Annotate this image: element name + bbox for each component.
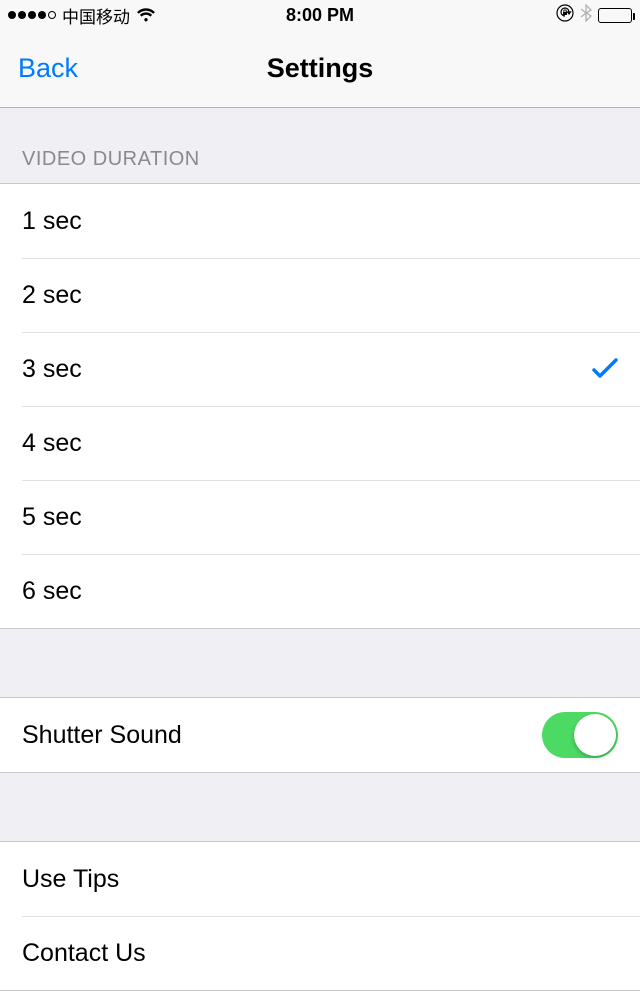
list-item-label: 1 sec [22, 207, 82, 236]
duration-option-3sec[interactable]: 3 sec [0, 332, 640, 406]
list-item-label: Use Tips [22, 865, 119, 894]
section-gap [0, 773, 640, 841]
checkmark-icon [592, 358, 618, 380]
status-bar: 中国移动 8:00 PM [0, 0, 640, 30]
list-item-label: 6 sec [22, 577, 82, 606]
orientation-lock-icon [556, 4, 574, 27]
list-item-label: 3 sec [22, 355, 82, 384]
switch-knob [574, 714, 616, 756]
shutter-sound-group: Shutter Sound [0, 697, 640, 773]
duration-option-6sec[interactable]: 6 sec [0, 554, 640, 628]
wifi-icon [136, 8, 156, 22]
back-button[interactable]: Back [18, 53, 78, 84]
nav-bar: Back Settings [0, 30, 640, 108]
battery-icon [598, 8, 632, 23]
video-duration-group: 1 sec 2 sec 3 sec 4 sec 5 sec 6 sec [0, 183, 640, 629]
list-item-label: 2 sec [22, 281, 82, 310]
status-right [556, 4, 632, 27]
list-item-label: 4 sec [22, 429, 82, 458]
carrier-label: 中国移动 [62, 3, 130, 28]
shutter-sound-label: Shutter Sound [22, 721, 182, 750]
bluetooth-icon [580, 4, 592, 27]
info-group: Use Tips Contact Us [0, 841, 640, 991]
list-item-label: Contact Us [22, 939, 146, 968]
status-time: 8:00 PM [286, 5, 354, 26]
duration-option-1sec[interactable]: 1 sec [0, 184, 640, 258]
page-title: Settings [267, 53, 374, 84]
duration-option-2sec[interactable]: 2 sec [0, 258, 640, 332]
shutter-sound-switch[interactable] [542, 712, 618, 758]
section-gap [0, 629, 640, 697]
list-item-label: 5 sec [22, 503, 82, 532]
signal-strength-icon [8, 11, 56, 19]
section-header-video-duration: VIDEO DURATION [0, 108, 640, 183]
duration-option-4sec[interactable]: 4 sec [0, 406, 640, 480]
duration-option-5sec[interactable]: 5 sec [0, 480, 640, 554]
status-left: 中国移动 [8, 3, 156, 28]
contact-us-row[interactable]: Contact Us [0, 916, 640, 990]
shutter-sound-row: Shutter Sound [0, 698, 640, 772]
use-tips-row[interactable]: Use Tips [0, 842, 640, 916]
